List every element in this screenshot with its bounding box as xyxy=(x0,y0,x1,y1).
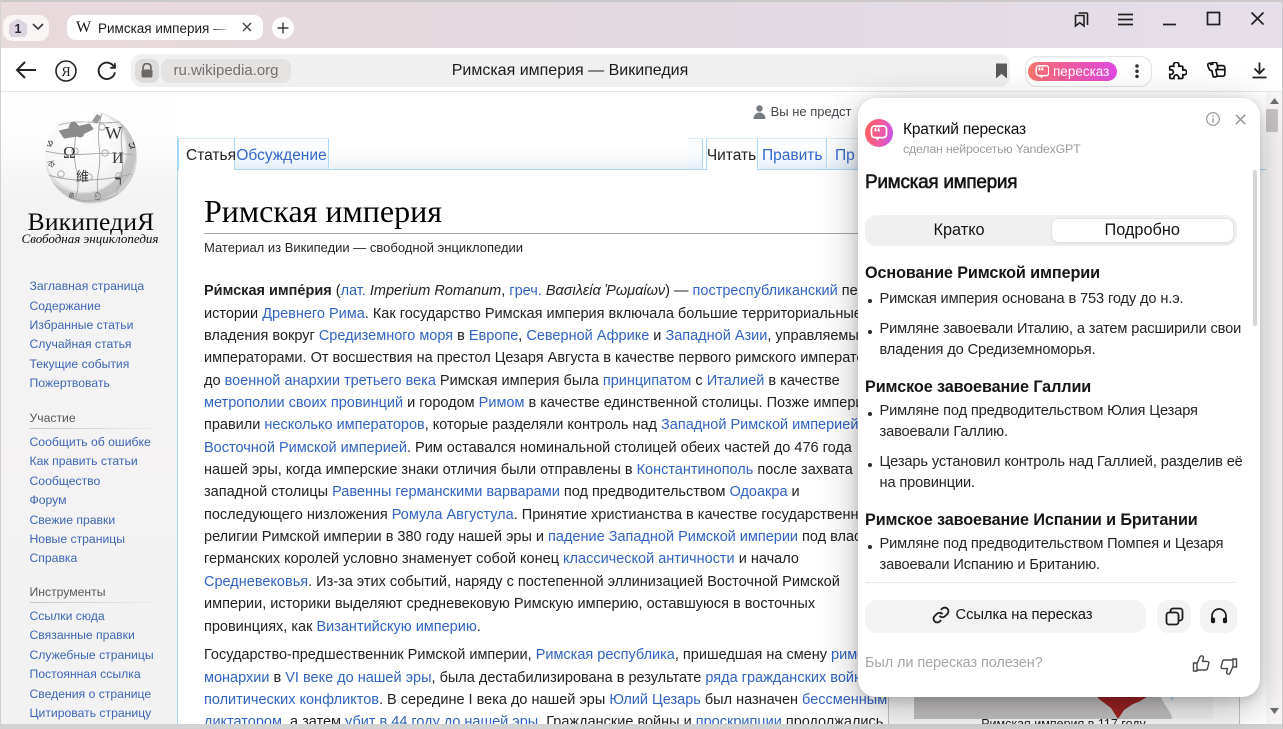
svg-text:“: “ xyxy=(874,125,881,141)
svg-text:Я: Я xyxy=(61,65,70,80)
svg-text:W: W xyxy=(105,123,122,143)
svg-text:И: И xyxy=(112,150,124,167)
svg-text:Ω: Ω xyxy=(63,143,76,162)
svg-text:ר: ר xyxy=(115,174,122,189)
svg-text:ව: ව xyxy=(94,192,101,203)
svg-text:維: 維 xyxy=(76,169,89,184)
svg-text:“: “ xyxy=(1038,64,1045,78)
